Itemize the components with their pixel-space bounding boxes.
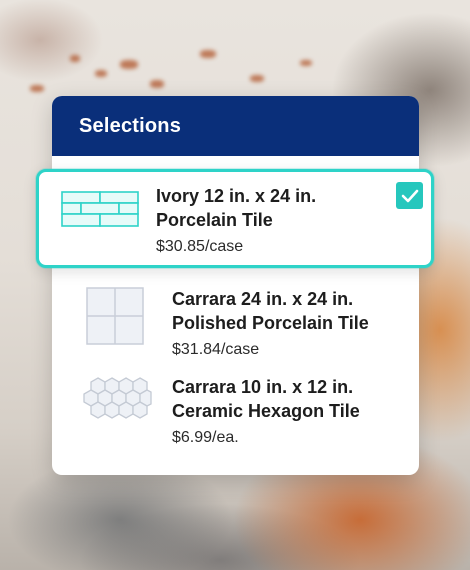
selections-panel: Selections Carrara 24 in. x 24 in. Polis… bbox=[52, 96, 419, 475]
list-item[interactable]: Carrara 24 in. x 24 in. Polished Porcela… bbox=[52, 282, 419, 370]
item-name-line2: Polished Porcelain Tile bbox=[172, 313, 369, 333]
item-name-line1: Carrara 10 in. x 12 in. bbox=[172, 377, 354, 397]
item-price: $30.85/case bbox=[156, 238, 244, 255]
hexagon-tile-icon bbox=[83, 377, 152, 419]
item-name-line1: Carrara 24 in. x 24 in. bbox=[172, 289, 354, 309]
item-price: $31.84/case bbox=[172, 341, 260, 358]
selected-checkbox[interactable] bbox=[396, 182, 423, 209]
item-name-line1: Ivory 12 in. x 24 in. bbox=[156, 186, 317, 206]
check-icon bbox=[401, 189, 418, 202]
brick-tile-icon bbox=[61, 191, 139, 227]
panel-title: Selections bbox=[79, 114, 182, 137]
item-price: $6.99/ea. bbox=[172, 429, 239, 446]
item-name-line2: Porcelain Tile bbox=[156, 210, 273, 230]
selected-list-item[interactable]: Ivory 12 in. x 24 in. Porcelain Tile $30… bbox=[36, 169, 434, 268]
panel-header: Selections bbox=[52, 96, 419, 156]
square-tile-icon bbox=[86, 287, 144, 345]
list-item[interactable]: Carrara 10 in. x 12 in. Ceramic Hexagon … bbox=[52, 372, 419, 464]
item-name-line2: Ceramic Hexagon Tile bbox=[172, 401, 360, 421]
